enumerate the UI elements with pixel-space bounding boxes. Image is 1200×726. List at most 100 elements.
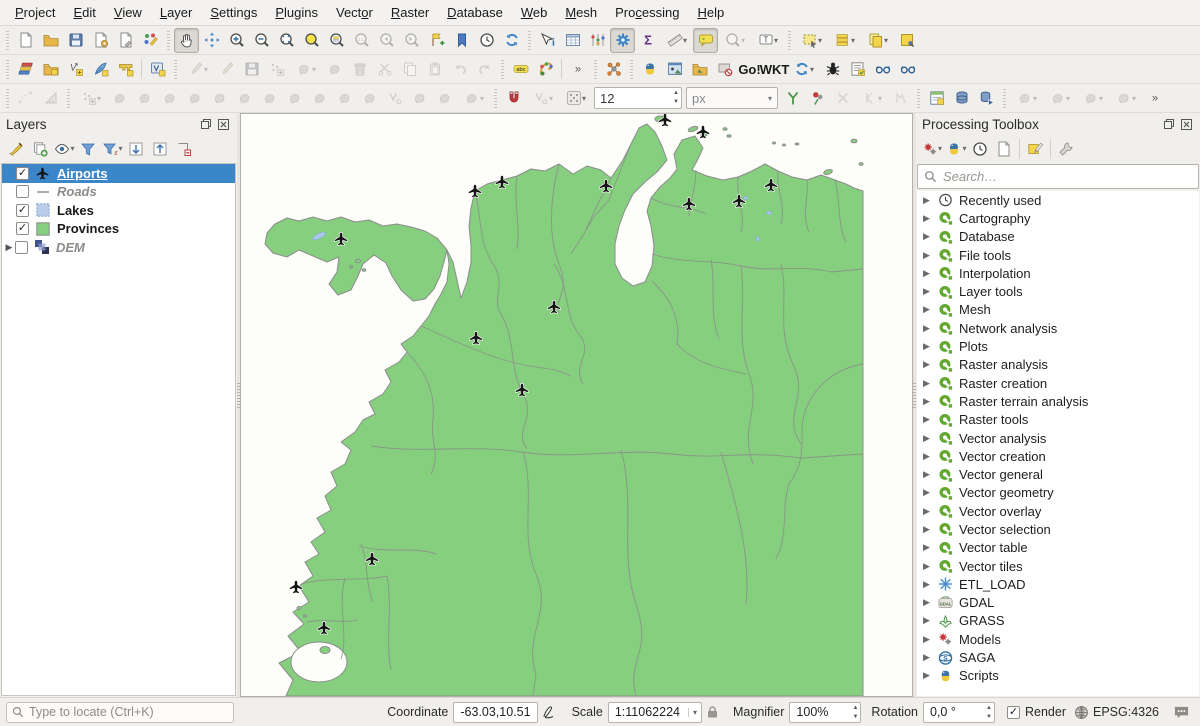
toolbox-search[interactable] [917, 164, 1199, 189]
snap-type-icon[interactable]: ▾ [559, 86, 592, 111]
toolbox-group-raster-terrain-analysis[interactable]: ▶Raster terrain analysis [917, 392, 1199, 410]
snapping-on-intersection-icon[interactable] [805, 86, 830, 111]
menu-vector[interactable]: Vector [327, 2, 382, 23]
magnifier-spin[interactable]: 100%▲▼ [789, 702, 861, 723]
temporal-controller-icon[interactable] [474, 28, 499, 53]
toolbox-group-network-analysis[interactable]: ▶Network analysis [917, 319, 1199, 337]
toolbar-drag-handle[interactable] [492, 88, 499, 108]
options-icon[interactable] [1054, 137, 1078, 160]
zoom-out-icon[interactable] [249, 28, 274, 53]
toolbox-panel-float-icon[interactable] [1161, 117, 1176, 132]
toolbox-group-raster-creation[interactable]: ▶Raster creation [917, 374, 1199, 392]
right-splitter[interactable] [913, 113, 916, 697]
expander-icon[interactable]: ▶ [923, 597, 937, 608]
save-project-icon[interactable] [63, 28, 88, 53]
toolbox-group-plots[interactable]: ▶Plots [917, 337, 1199, 355]
expander-icon[interactable]: ▶ [923, 615, 937, 626]
select-by-value-icon[interactable]: ▾ [828, 28, 861, 53]
toolbox-group-interpolation[interactable]: ▶Interpolation [917, 264, 1199, 282]
expander-icon[interactable]: ▶ [923, 195, 937, 206]
filter-legend-icon[interactable] [76, 137, 100, 160]
toolbox-group-cartography[interactable]: ▶Cartography [917, 209, 1199, 227]
edit-features-inplace-icon[interactable] [1023, 137, 1047, 160]
menu-mesh[interactable]: Mesh [556, 2, 606, 23]
toolbox-group-layer-tools[interactable]: ▶Layer tools [917, 282, 1199, 300]
scripts-menu-icon[interactable]: ▾ [944, 137, 968, 160]
toolbox-group-etl-load[interactable]: ▶ETL_LOAD [917, 575, 1199, 593]
open-data-source-manager-icon[interactable] [13, 57, 38, 82]
toolbar-drag-handle[interactable] [526, 30, 533, 50]
toolbox-group-vector-table[interactable]: ▶Vector table [917, 539, 1199, 557]
add-group-icon[interactable] [28, 137, 52, 160]
plugin-reload-icon[interactable]: ▾ [787, 57, 820, 82]
map-canvas[interactable] [240, 113, 913, 697]
expander-icon[interactable]: ▶ [923, 487, 937, 498]
menu-web[interactable]: Web [512, 2, 557, 23]
menu-settings[interactable]: Settings [201, 2, 266, 23]
expander-icon[interactable]: ▶ [923, 634, 937, 645]
expander-icon[interactable]: ▶ [923, 670, 937, 681]
expander-icon[interactable]: ▶ [923, 433, 937, 444]
expander-icon[interactable]: ▶ [923, 506, 937, 517]
toolbar-drag-handle[interactable] [4, 30, 11, 50]
layer-item-airports[interactable]: ✓Airports [2, 164, 235, 183]
debug-plugin-icon[interactable] [820, 57, 845, 82]
toolbox-group-mesh[interactable]: ▶Mesh [917, 301, 1199, 319]
toolbox-group-vector-tiles[interactable]: ▶Vector tiles [917, 557, 1199, 575]
toolbox-group-raster-analysis[interactable]: ▶Raster analysis [917, 356, 1199, 374]
expand-all-icon[interactable] [124, 137, 148, 160]
history-icon[interactable] [968, 137, 992, 160]
copy-style-icon[interactable]: ▾ [861, 28, 894, 53]
toolbox-group-grass[interactable]: ▶GRASS [917, 612, 1199, 630]
open-attribute-table-icon[interactable] [560, 28, 585, 53]
render-checkbox[interactable]: ✓ Render [1007, 705, 1066, 719]
collapse-all-icon[interactable] [148, 137, 172, 160]
expander-icon[interactable]: ▶ [923, 524, 937, 535]
new-spatial-bookmark-icon[interactable] [424, 28, 449, 53]
toolbar-extension-2-icon[interactable]: » [1142, 86, 1167, 111]
measure-tool-icon[interactable]: ▾ [660, 28, 693, 53]
layer-item-roads[interactable]: Roads [2, 183, 235, 202]
style-manager-icon[interactable] [138, 28, 163, 53]
expander-icon[interactable]: ▶ [923, 304, 937, 315]
menu-layer[interactable]: Layer [151, 2, 202, 23]
snap-tolerance-spin-spin[interactable]: 12▲▼ [594, 87, 682, 109]
toolbox-group-vector-selection[interactable]: ▶Vector selection [917, 520, 1199, 538]
menu-database[interactable]: Database [438, 2, 512, 23]
toolbox-group-vector-overlay[interactable]: ▶Vector overlay [917, 502, 1199, 520]
crs-globe-icon[interactable] [1074, 705, 1089, 720]
topology-checker-icon[interactable] [601, 57, 626, 82]
new-virtual-layer-icon[interactable] [145, 57, 170, 82]
plugin-window-icon[interactable] [662, 57, 687, 82]
expander-icon[interactable]: ▶ [923, 396, 937, 407]
expander-icon[interactable]: ▶ [923, 250, 937, 261]
processing-toolbox-toggle-icon[interactable] [610, 28, 635, 53]
menu-edit[interactable]: Edit [64, 2, 104, 23]
zoom-to-layer-icon[interactable] [324, 28, 349, 53]
identify-features-icon[interactable]: i [535, 28, 560, 53]
layer-checkbox[interactable] [16, 185, 29, 198]
add-layer-icon[interactable] [38, 57, 63, 82]
db-sync-icon[interactable] [949, 86, 974, 111]
db-transfer-icon[interactable] [974, 86, 999, 111]
toolbox-search-input[interactable] [943, 169, 1192, 184]
layer-item-lakes[interactable]: ✓Lakes [2, 201, 235, 220]
expander-icon[interactable]: ▶ [923, 341, 937, 352]
layers-panel-float-icon[interactable] [198, 117, 213, 132]
toolbox-group-vector-general[interactable]: ▶Vector general [917, 465, 1199, 483]
new-project-icon[interactable] [13, 28, 38, 53]
toolbox-group-scripts[interactable]: ▶Scripts [917, 667, 1199, 685]
expander-icon[interactable]: ▶ [923, 231, 937, 242]
zoom-to-selection-icon[interactable] [299, 28, 324, 53]
python-console-icon[interactable] [637, 57, 662, 82]
expander-icon[interactable]: ▶ [923, 359, 937, 370]
wkt-button-icon[interactable]: WKT [762, 57, 787, 82]
refresh-map-icon[interactable] [499, 28, 524, 53]
menu-help[interactable]: Help [688, 2, 733, 23]
toolbox-group-vector-geometry[interactable]: ▶Vector geometry [917, 484, 1199, 502]
toolbar-drag-handle[interactable] [165, 30, 172, 50]
expander-icon[interactable]: ▶ [923, 268, 937, 279]
layer-checkbox[interactable] [15, 241, 28, 254]
expander-icon[interactable]: ▶ [3, 242, 15, 253]
messages-icon[interactable] [1173, 705, 1190, 720]
